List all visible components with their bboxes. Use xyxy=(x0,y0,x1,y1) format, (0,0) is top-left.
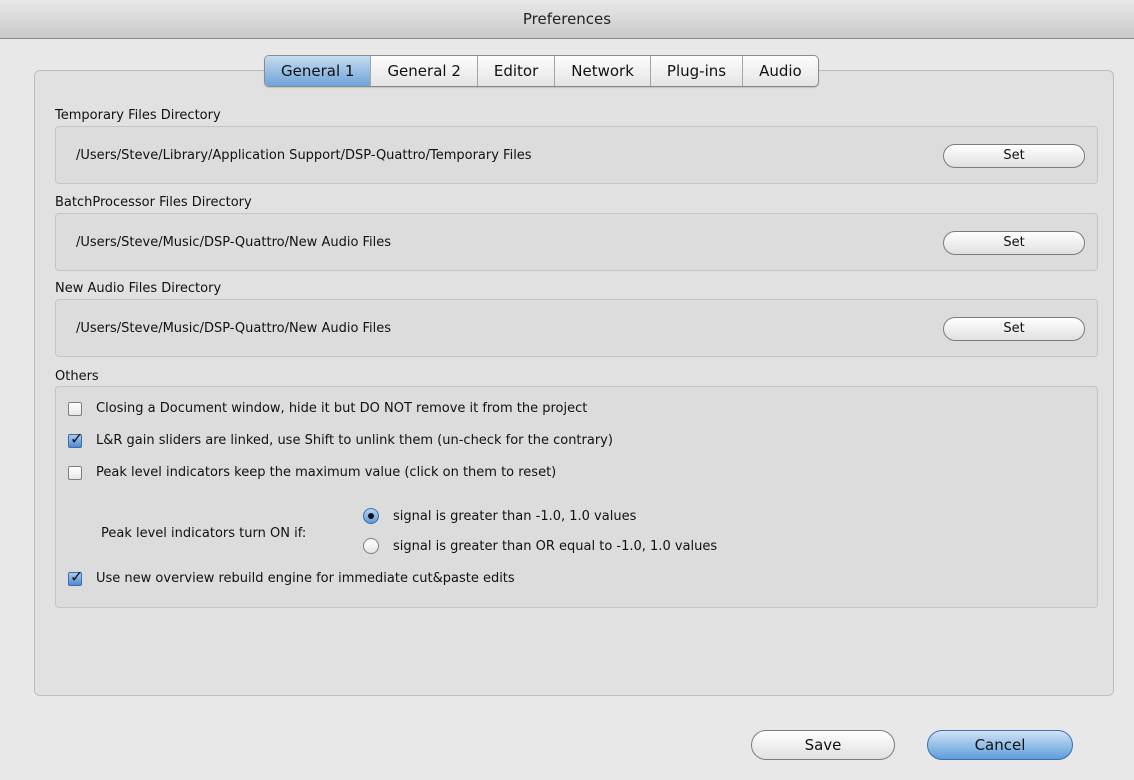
tab-editor[interactable]: Editor xyxy=(478,56,556,86)
overview-engine-label: Use new overview rebuild engine for imme… xyxy=(96,571,515,586)
temporary-files-label: Temporary Files Directory xyxy=(55,108,221,123)
tab-network[interactable]: Network xyxy=(555,56,651,86)
others-label: Others xyxy=(55,369,99,384)
batchprocessor-files-path: /Users/Steve/Music/DSP-Quattro/New Audio… xyxy=(76,235,392,250)
tab-plug-ins[interactable]: Plug-ins xyxy=(651,56,744,86)
batchprocessor-files-box: /Users/Steve/Music/DSP-Quattro/New Audio… xyxy=(55,213,1098,271)
temporary-files-box: /Users/Steve/Library/Application Support… xyxy=(55,126,1098,184)
set-temporary-files-button[interactable]: Set xyxy=(943,144,1085,168)
peak-greater-equal-label: signal is greater than OR equal to -1.0,… xyxy=(393,538,718,554)
checkmark-icon: ✓ xyxy=(70,566,84,586)
peak-choice-greater-row: signal is greater than -1.0, 1.0 values xyxy=(363,508,636,524)
save-button[interactable]: Save xyxy=(751,730,895,760)
tab-audio[interactable]: Audio xyxy=(743,56,818,86)
option-overview-engine-row: ✓ Use new overview rebuild engine for im… xyxy=(68,567,515,586)
radio-dot-icon xyxy=(368,513,374,519)
new-audio-files-label: New Audio Files Directory xyxy=(55,281,222,296)
window-title: Preferences xyxy=(522,10,612,28)
peak-greater-label: signal is greater than -1.0, 1.0 values xyxy=(393,508,637,524)
others-box: Closing a Document window, hide it but D… xyxy=(55,386,1098,608)
new-audio-files-path: /Users/Steve/Music/DSP-Quattro/New Audio… xyxy=(76,321,392,336)
window-titlebar: Preferences xyxy=(0,0,1134,39)
batchprocessor-files-label: BatchProcessor Files Directory xyxy=(55,195,252,210)
peak-greater-equal-radio[interactable] xyxy=(363,538,379,554)
option-hide-document-row: Closing a Document window, hide it but D… xyxy=(68,401,587,416)
overview-engine-checkbox[interactable]: ✓ xyxy=(68,567,83,586)
cancel-button[interactable]: Cancel xyxy=(927,730,1073,760)
tab-general-2[interactable]: General 2 xyxy=(371,56,478,86)
peak-turn-on-label: Peak level indicators turn ON if: xyxy=(101,526,307,541)
set-batchprocessor-files-button[interactable]: Set xyxy=(943,231,1085,255)
peak-greater-radio[interactable] xyxy=(363,508,379,524)
peak-choice-greater-equal-row: signal is greater than OR equal to -1.0,… xyxy=(363,538,717,554)
option-peak-keep-row: Peak level indicators keep the maximum v… xyxy=(68,465,556,480)
tab-bar: General 1 General 2 Editor Network Plug-… xyxy=(264,55,819,87)
peak-keep-label: Peak level indicators keep the maximum v… xyxy=(96,465,557,480)
hide-document-checkbox[interactable] xyxy=(68,401,82,416)
gain-sliders-label: L&R gain sliders are linked, use Shift t… xyxy=(96,433,613,448)
peak-keep-checkbox[interactable] xyxy=(68,465,82,480)
set-new-audio-files-button[interactable]: Set xyxy=(943,317,1085,341)
new-audio-files-box: /Users/Steve/Music/DSP-Quattro/New Audio… xyxy=(55,299,1098,357)
tab-general-1[interactable]: General 1 xyxy=(265,56,372,86)
option-gain-sliders-row: ✓ L&R gain sliders are linked, use Shift… xyxy=(68,429,613,448)
hide-document-label: Closing a Document window, hide it but D… xyxy=(96,401,588,416)
gain-sliders-checkbox[interactable]: ✓ xyxy=(68,429,83,448)
temporary-files-path: /Users/Steve/Library/Application Support… xyxy=(76,148,532,163)
checkmark-icon: ✓ xyxy=(70,428,84,448)
